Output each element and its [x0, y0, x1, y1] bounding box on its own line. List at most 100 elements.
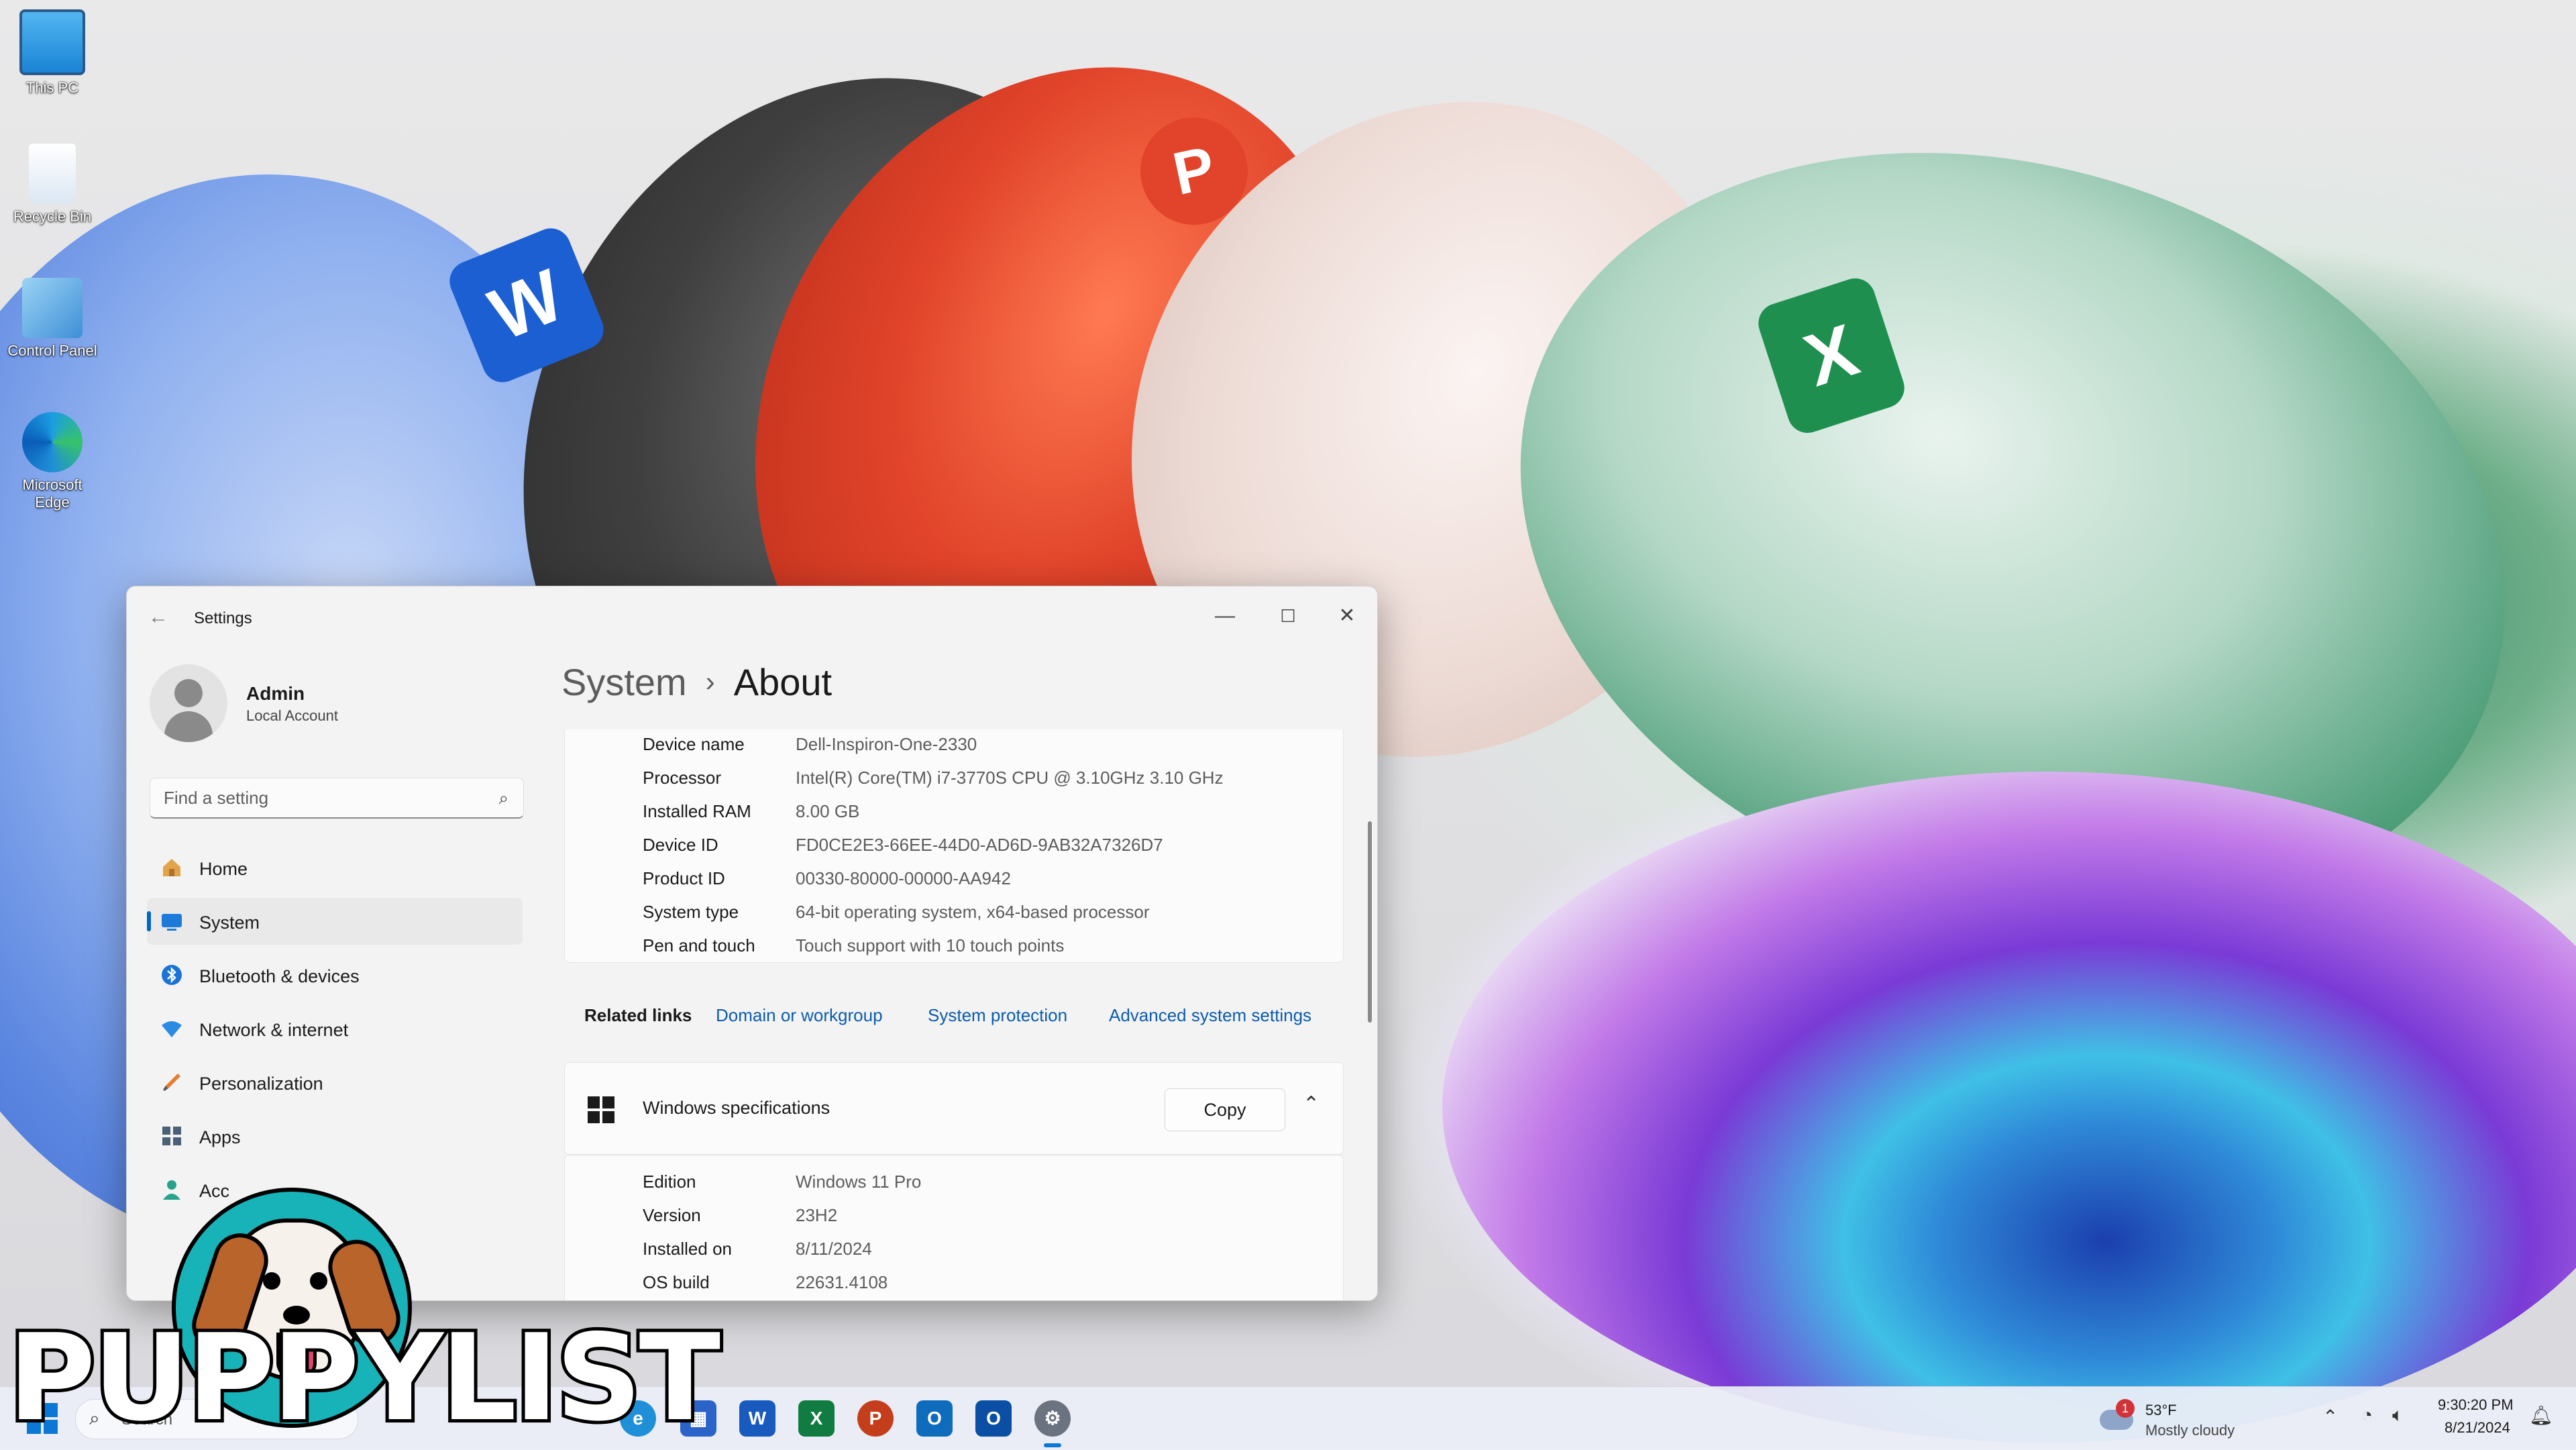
spec-value: FD0CE2E3-66EE-44D0-AD6D-9AB32A7326D7 [796, 835, 1163, 855]
desktop-icon-label: Control Panel [7, 342, 97, 359]
sidebar-item-label: Personalization [199, 1074, 323, 1094]
desktop-icon-recycle-bin[interactable]: Recycle Bin [5, 144, 99, 225]
sidebar-item-label: Network & internet [199, 1020, 349, 1040]
spec-value: Intel(R) Core(TM) i7-3770S CPU @ 3.10GHz… [796, 768, 1224, 788]
wifi-icon [162, 1021, 182, 1037]
spec-label: Product ID [643, 868, 725, 888]
desktop-icon-label: Recycle Bin [13, 208, 92, 225]
sidebar-item-label: Apps [199, 1127, 241, 1147]
chevron-up-icon[interactable]: ⌃ [1303, 1092, 1320, 1116]
spec-value: 8.00 GB [796, 801, 860, 821]
powerpoint-icon[interactable]: P [857, 1400, 894, 1437]
word-icon[interactable]: W [739, 1400, 775, 1437]
close-button[interactable]: ✕ [1317, 596, 1377, 636]
settings-icon[interactable]: ⚙ [1034, 1400, 1071, 1437]
edge-icon [22, 412, 83, 472]
link-system-protection[interactable]: System protection [928, 1005, 1067, 1026]
control-panel-icon [22, 278, 83, 338]
recycle-bin-icon [29, 144, 76, 204]
volume-icon[interactable]: 🔈︎ [2392, 1404, 2404, 1427]
minimize-button[interactable]: — [1195, 596, 1255, 636]
link-advanced-system-settings[interactable]: Advanced system settings [1109, 1005, 1311, 1026]
avatar-body [164, 711, 213, 742]
spec-value: Windows 11 Pro [796, 1172, 922, 1192]
spec-label: Device name [643, 734, 745, 754]
desktop-icon-label: This PC [25, 79, 79, 96]
sidebar-item-home[interactable]: Home [147, 844, 523, 891]
spec-value: 8/11/2024 [796, 1239, 872, 1259]
title-bar[interactable]: ← Settings — ☐ ✕ [127, 586, 1377, 647]
notification-badge: 1 [2116, 1399, 2135, 1418]
bluetooth-icon [162, 965, 182, 985]
search-box[interactable]: ⌕ [150, 778, 524, 819]
weather-temp: 53°F [2145, 1402, 2177, 1418]
spec-label: Installed RAM [643, 801, 751, 821]
spec-value: 22631.4108 [796, 1272, 888, 1292]
monitor-icon [19, 9, 85, 75]
link-domain-workgroup[interactable]: Domain or workgroup [716, 1005, 883, 1026]
sidebar-item-bluetooth[interactable]: Bluetooth & devices [147, 951, 523, 998]
windows-logo-icon [588, 1096, 614, 1123]
outlook-icon[interactable]: O [975, 1400, 1012, 1437]
search-input[interactable] [162, 778, 480, 817]
spec-label: Version [643, 1205, 701, 1225]
avatar [150, 664, 227, 742]
home-icon [163, 859, 180, 876]
active-app-indicator [1044, 1443, 1061, 1447]
profile-name: Admin [246, 683, 305, 704]
excel-icon[interactable]: X [798, 1400, 835, 1437]
sidebar-item-personalization[interactable]: Personalization [147, 1059, 523, 1106]
search-icon[interactable]: ⌕ [498, 788, 508, 809]
wifi-icon[interactable]: ◔ [2361, 1404, 2373, 1426]
copy-button[interactable]: Copy [1165, 1088, 1285, 1131]
breadcrumb-current: About [733, 661, 833, 703]
spec-label: System type [643, 902, 739, 922]
watermark-text: PUPPYLIST [5, 1305, 724, 1450]
spec-label: Edition [643, 1172, 696, 1192]
chevron-up-icon[interactable]: ⌃ [2322, 1406, 2338, 1428]
spec-value: 64-bit operating system, x64-based proce… [796, 902, 1150, 922]
desktop-icon-control-panel[interactable]: Control Panel [5, 278, 99, 360]
apps-icon [162, 1127, 181, 1145]
spec-label: Device ID [643, 835, 718, 855]
sidebar-item-system[interactable]: System [147, 898, 523, 945]
watermark-logo: PUPPYLIST [0, 1168, 724, 1450]
related-links-label: Related links [584, 1005, 692, 1025]
scrollbar[interactable] [1368, 821, 1372, 1023]
bell-icon[interactable]: 🔔︎ [2529, 1404, 2553, 1427]
sidebar-nav: Home System Bluetooth & devices Network … [147, 844, 523, 1220]
wallpaper-shape-purple [1442, 772, 2576, 1443]
spec-label: Installed on [643, 1239, 732, 1259]
sidebar-item-apps[interactable]: Apps [147, 1112, 523, 1159]
desktop-icon-this-pc[interactable]: This PC [5, 9, 99, 97]
clock-time[interactable]: 9:30:20 PM [2438, 1396, 2514, 1414]
weather-widget[interactable]: 1 53°F Mostly cloudy [2096, 1395, 2270, 1442]
device-specs-card: Device name Dell-Inspiron-One-2330 Proce… [564, 729, 1344, 963]
sidebar-item-network[interactable]: Network & internet [147, 1005, 523, 1052]
avatar-head [174, 679, 203, 707]
maximize-button[interactable]: ☐ [1258, 596, 1318, 636]
clock-date[interactable]: 8/21/2024 [2445, 1419, 2510, 1437]
windows-specs-title: Windows specifications [643, 1098, 830, 1118]
windows-specs-body: Edition Windows 11 Pro Version 23H2 Inst… [564, 1155, 1344, 1300]
content-area: Device name Dell-Inspiron-One-2330 Proce… [564, 729, 1350, 1300]
spec-value: 00330-80000-00000-AA942 [796, 868, 1011, 888]
profile-account-type: Local Account [246, 707, 338, 724]
back-arrow-icon[interactable]: ← [148, 605, 172, 629]
sidebar-item-label: Home [199, 859, 248, 879]
desktop-icon-edge[interactable]: Microsoft Edge [5, 412, 99, 511]
windows-specs-header[interactable]: Windows specifications Copy ⌃ [564, 1062, 1344, 1155]
breadcrumb-parent[interactable]: System [561, 661, 687, 703]
spec-label: Pen and touch [643, 935, 755, 955]
sidebar-item-label: System [199, 913, 260, 933]
spec-value: Touch support with 10 touch points [796, 935, 1065, 955]
brush-icon [163, 1074, 180, 1091]
weather-condition: Mostly cloudy [2145, 1422, 2235, 1439]
window-title: Settings [194, 609, 252, 627]
breadcrumb-separator: › [705, 666, 715, 697]
system-icon [162, 914, 182, 931]
spec-label: OS build [643, 1272, 710, 1292]
desktop-icon-label: Microsoft Edge [22, 476, 83, 511]
outlook-new-icon[interactable]: O [916, 1400, 953, 1437]
spec-value: Dell-Inspiron-One-2330 [796, 734, 977, 754]
